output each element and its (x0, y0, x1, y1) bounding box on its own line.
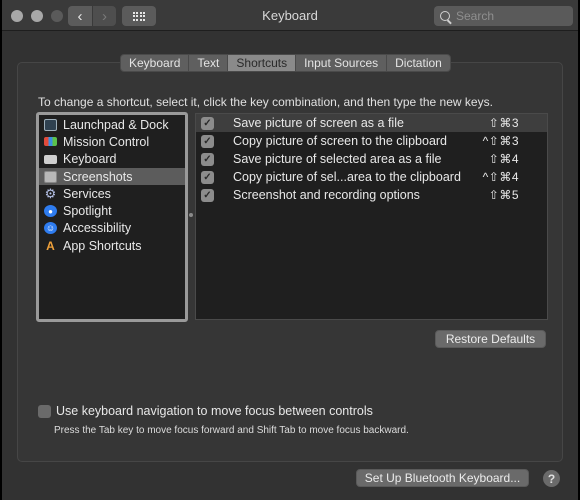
shortcut-keys[interactable]: ^⇧⌘4 (483, 170, 519, 184)
shortcut-row[interactable]: ✓ Save picture of screen as a file ⇧⌘3 (196, 114, 547, 132)
category-label: Spotlight (63, 204, 112, 219)
keyboard-navigation-checkbox[interactable]: Use keyboard navigation to move focus be… (38, 404, 373, 418)
restore-defaults-button[interactable]: Restore Defaults (435, 330, 546, 348)
shortcut-keys[interactable]: ⇧⌘4 (489, 152, 519, 166)
category-item-app-shortcuts[interactable]: A App Shortcuts (39, 237, 185, 254)
tab-input-sources[interactable]: Input Sources (296, 55, 388, 71)
help-button[interactable]: ? (543, 470, 560, 487)
shortcut-row[interactable]: ✓ Save picture of selected area as a fil… (196, 150, 547, 168)
app-shortcuts-icon: A (46, 238, 55, 253)
accessibility-icon: ☺ (44, 222, 57, 235)
category-label: Accessibility (63, 221, 132, 236)
tab-dictation[interactable]: Dictation (387, 55, 450, 71)
shortcut-label: Copy picture of sel...area to the clipbo… (233, 170, 461, 184)
keyboard-preferences-window: ‹ › Keyboard Keyboard Text Shortcuts Inp… (2, 0, 578, 500)
shortcut-checkbox[interactable]: ✓ (201, 170, 214, 184)
tab-shortcuts[interactable]: Shortcuts (228, 55, 297, 71)
shortcut-row[interactable]: ✓ Copy picture of screen to the clipboar… (196, 132, 547, 150)
tab-text[interactable]: Text (189, 55, 229, 71)
gear-icon: ⚙ (44, 185, 57, 201)
split-view-divider-handle[interactable] (189, 213, 193, 217)
category-item-services[interactable]: ⚙ Services (39, 185, 185, 202)
category-label: App Shortcuts (63, 238, 142, 253)
tab-keyboard[interactable]: Keyboard (121, 55, 190, 71)
shortcut-label: Save picture of selected area as a file (233, 152, 442, 166)
tab-bar: Keyboard Text Shortcuts Input Sources Di… (120, 54, 451, 72)
keyboard-icon (44, 154, 57, 164)
shortcut-keys[interactable]: ⇧⌘5 (489, 188, 519, 202)
shortcut-checkbox[interactable]: ✓ (201, 152, 214, 166)
search-icon (440, 11, 450, 21)
shortcut-label: Screenshot and recording options (233, 188, 420, 202)
shortcut-label: Copy picture of screen to the clipboard (233, 134, 448, 148)
category-label: Keyboard (63, 152, 117, 167)
category-label: Services (63, 186, 111, 201)
launchpad-icon (44, 118, 57, 131)
category-item-accessibility[interactable]: ☺ Accessibility (39, 220, 185, 237)
instruction-text: To change a shortcut, select it, click t… (38, 95, 493, 109)
shortcut-checkbox[interactable]: ✓ (201, 116, 214, 130)
search-field[interactable] (434, 6, 573, 26)
category-item-keyboard[interactable]: Keyboard (39, 151, 185, 168)
shortcut-row[interactable]: ✓ Copy picture of sel...area to the clip… (196, 168, 547, 186)
category-label: Launchpad & Dock (63, 117, 169, 132)
spotlight-icon: ● (44, 205, 57, 218)
shortcut-checkbox[interactable]: ✓ (201, 134, 214, 148)
keyboard-navigation-label: Use keyboard navigation to move focus be… (56, 404, 373, 418)
keyboard-navigation-hint: Press the Tab key to move focus forward … (54, 425, 409, 436)
title-bar: ‹ › Keyboard (2, 0, 578, 31)
shortcut-keys[interactable]: ^⇧⌘3 (483, 134, 519, 148)
checkbox[interactable] (38, 404, 51, 418)
screenshots-icon (44, 170, 57, 183)
category-item-screenshots[interactable]: Screenshots (39, 167, 185, 186)
shortcut-list[interactable]: ✓ Save picture of screen as a file ⇧⌘3 ✓… (195, 113, 548, 320)
shortcut-checkbox[interactable]: ✓ (201, 188, 214, 202)
mission-control-icon (44, 137, 57, 147)
category-item-spotlight[interactable]: ● Spotlight (39, 202, 185, 219)
category-label: Screenshots (63, 169, 133, 184)
category-list[interactable]: Launchpad & Dock Mission Control Keyboar… (36, 112, 188, 322)
shortcut-keys[interactable]: ⇧⌘3 (489, 116, 519, 130)
search-input[interactable] (456, 9, 566, 23)
set-up-bluetooth-keyboard-button[interactable]: Set Up Bluetooth Keyboard... (356, 469, 529, 487)
category-item-launchpad-dock[interactable]: Launchpad & Dock (39, 116, 185, 133)
shortcut-row[interactable]: ✓ Screenshot and recording options ⇧⌘5 (196, 186, 547, 204)
category-item-mission-control[interactable]: Mission Control (39, 133, 185, 150)
category-label: Mission Control (63, 134, 150, 149)
question-mark-icon: ? (547, 471, 556, 486)
shortcut-label: Save picture of screen as a file (233, 116, 404, 130)
